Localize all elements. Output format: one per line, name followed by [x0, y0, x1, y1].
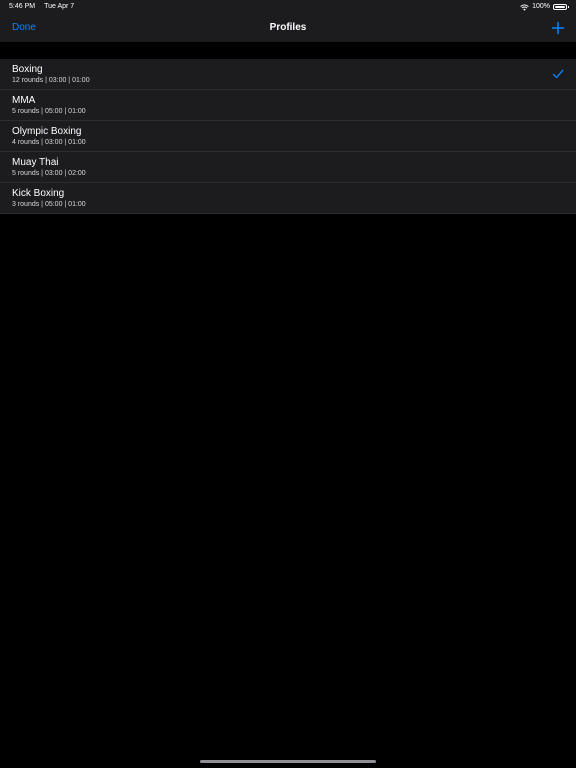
battery-percent: 100%	[532, 3, 550, 10]
profile-list: Boxing 12 rounds | 03:00 | 01:00 MMA 5 r…	[0, 59, 576, 214]
profile-name: Olympic Boxing	[12, 126, 82, 137]
wifi-icon	[520, 4, 529, 11]
profile-name: MMA	[12, 95, 36, 106]
battery-icon	[553, 4, 569, 10]
battery-nub	[568, 6, 569, 8]
status-indicators: 100%	[520, 0, 569, 14]
profile-detail: 3 rounds | 05:00 | 01:00	[12, 201, 86, 208]
profile-row-olympic-boxing[interactable]: Olympic Boxing 4 rounds | 03:00 | 01:00	[0, 121, 576, 152]
profile-detail: 12 rounds | 03:00 | 01:00	[12, 77, 90, 84]
home-indicator	[200, 760, 376, 763]
profile-detail: 5 rounds | 03:00 | 02:00	[12, 170, 86, 177]
status-bar: 5:46 PM Tue Apr 7 100%	[0, 0, 576, 14]
plus-icon[interactable]	[550, 20, 566, 36]
status-datetime: 5:46 PM Tue Apr 7	[9, 0, 74, 14]
profile-detail: 4 rounds | 03:00 | 01:00	[12, 139, 86, 146]
status-date: Tue Apr 7	[44, 3, 75, 10]
profile-row-kick-boxing[interactable]: Kick Boxing 3 rounds | 05:00 | 01:00	[0, 183, 576, 214]
status-time: 5:46 PM	[9, 3, 36, 10]
profile-name: Muay Thai	[12, 157, 59, 168]
profile-row-mma[interactable]: MMA 5 rounds | 05:00 | 01:00	[0, 90, 576, 121]
battery-level	[555, 6, 565, 8]
profile-row-boxing[interactable]: Boxing 12 rounds | 03:00 | 01:00	[0, 59, 576, 90]
profile-row-muay-thai[interactable]: Muay Thai 5 rounds | 03:00 | 02:00	[0, 152, 576, 183]
profile-detail: 5 rounds | 05:00 | 01:00	[12, 108, 86, 115]
page-title: Profiles	[269, 22, 307, 33]
navigation-bar: Done Profiles	[0, 14, 576, 42]
checkmark-icon	[552, 69, 564, 79]
profile-name: Kick Boxing	[12, 188, 65, 199]
profile-name: Boxing	[12, 64, 43, 75]
